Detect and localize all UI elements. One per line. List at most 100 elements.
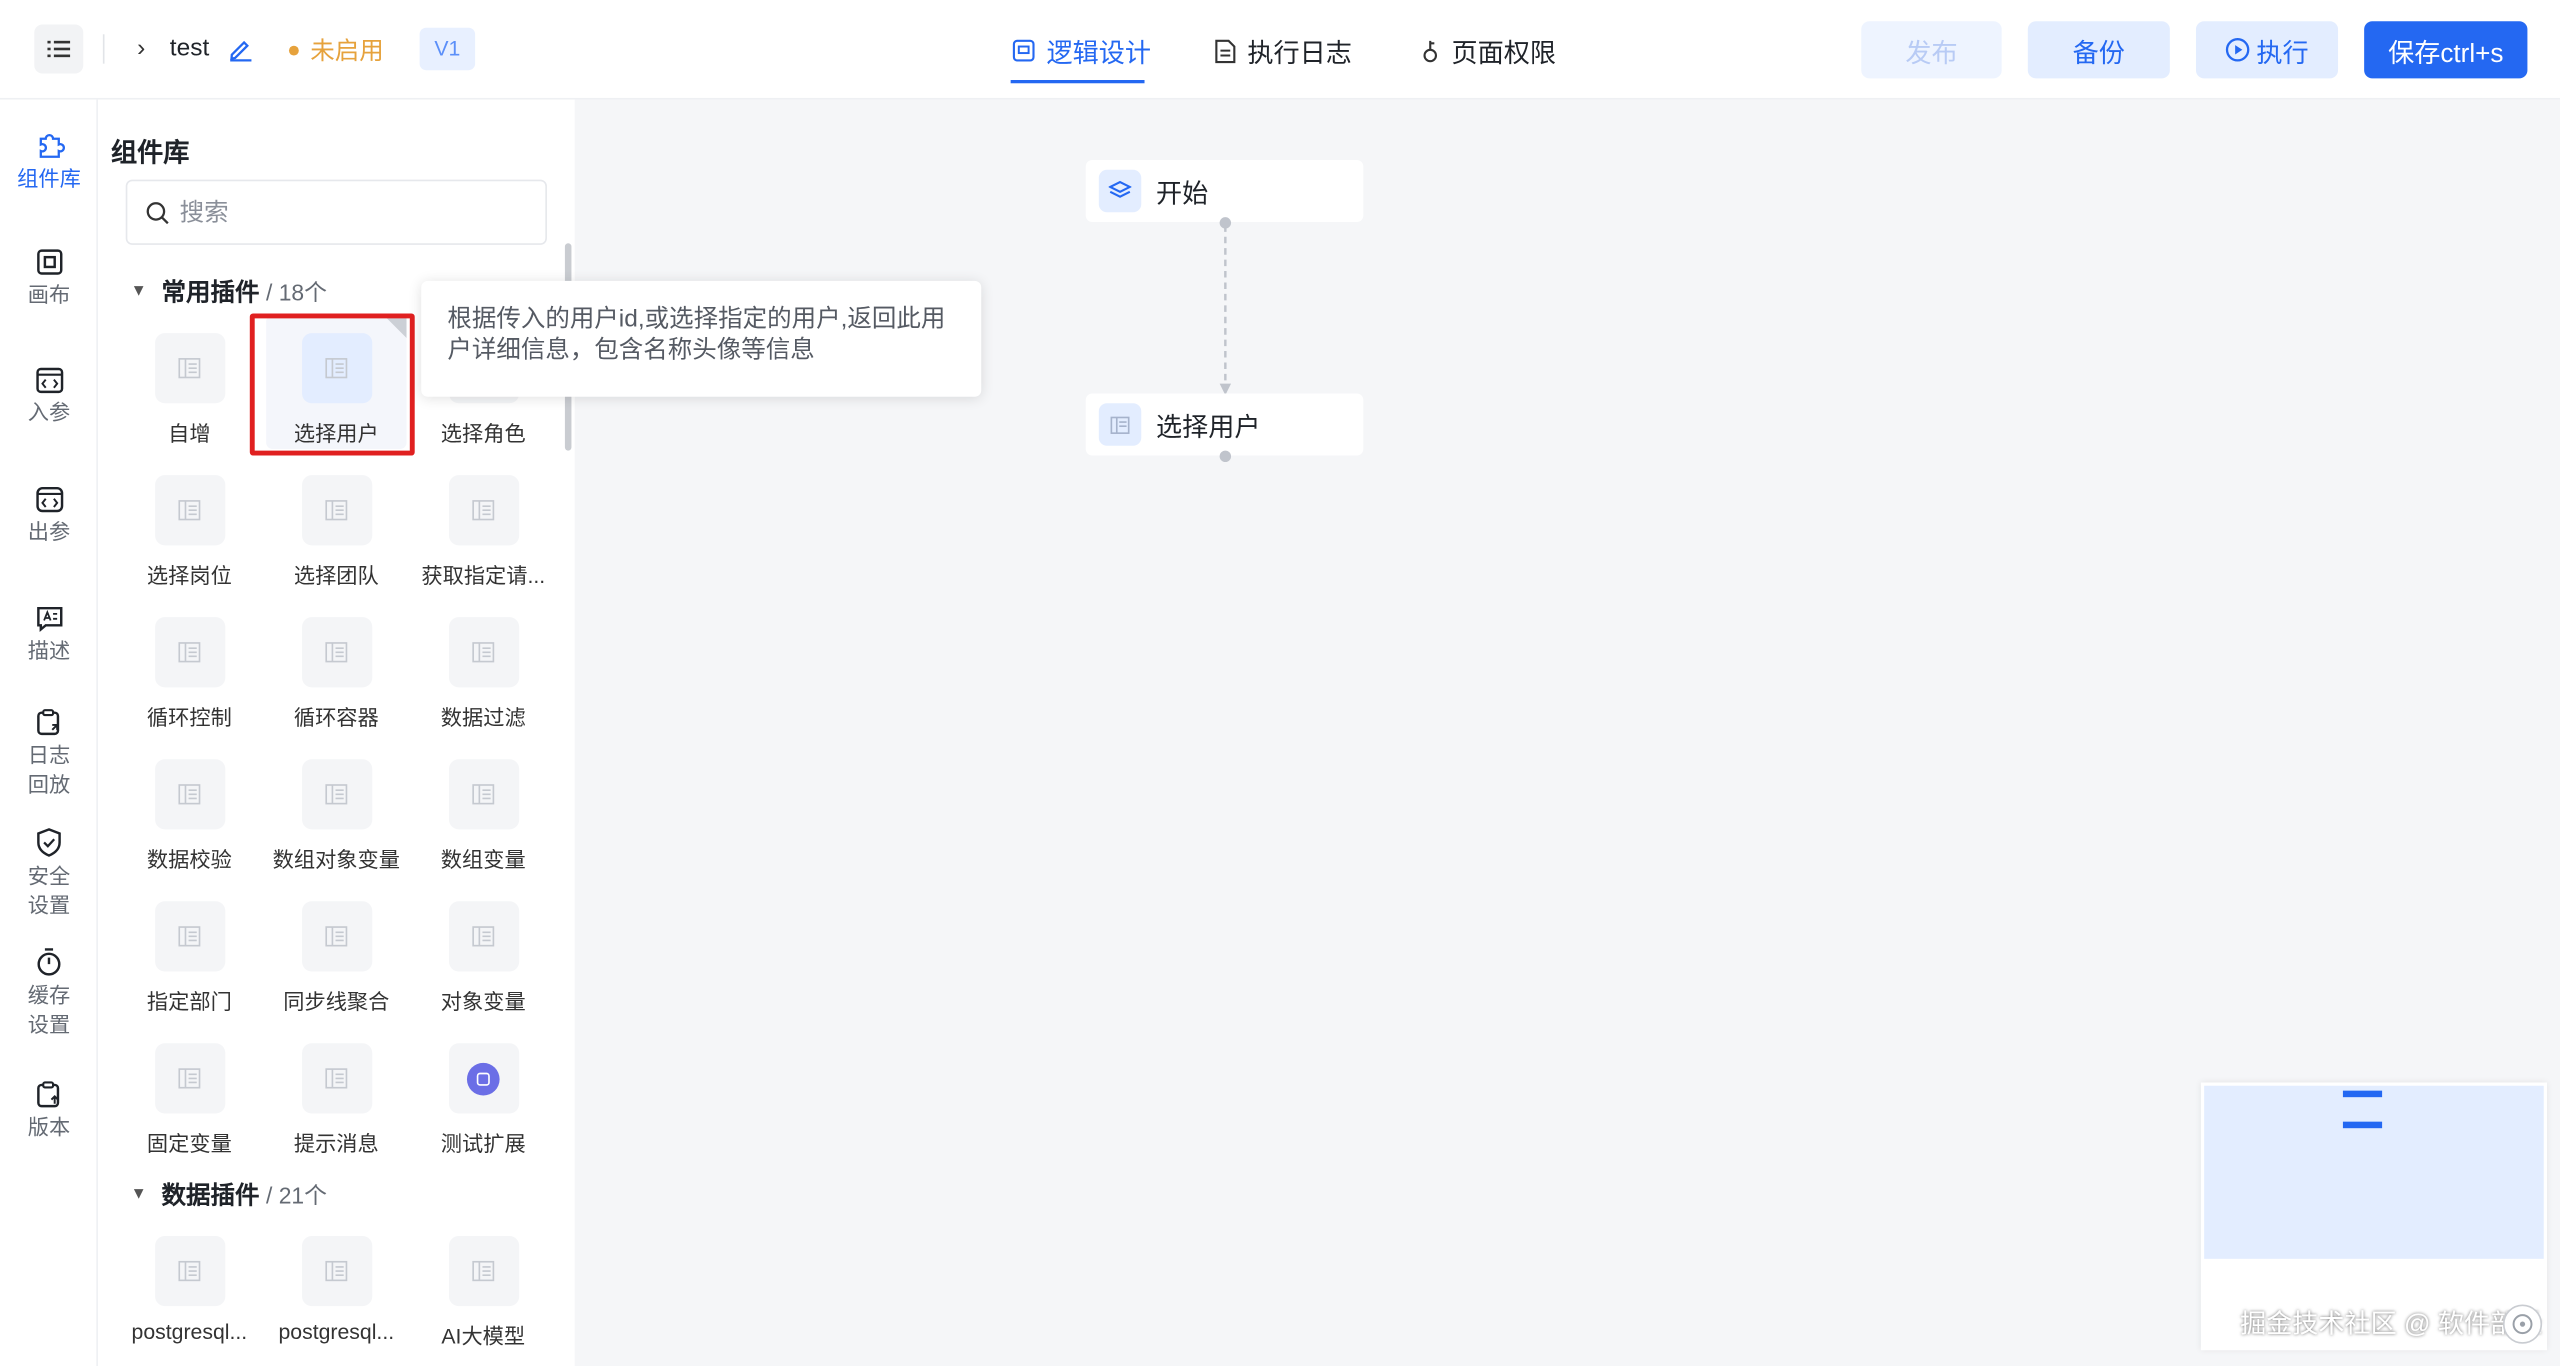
component-item[interactable]: postgresql... (119, 1235, 259, 1344)
rail-label: 描述 (27, 638, 71, 663)
rail-item-version[interactable]: 版本 (0, 1081, 98, 1143)
app-root: › test 未启用 V1 逻辑设计 执行日志 页面权限 发布 备份 执行 保存… (0, 0, 2560, 1366)
component-item[interactable]: 自增 (119, 333, 259, 447)
component-icon (448, 617, 519, 688)
component-label: 循环控制 (146, 705, 232, 730)
component-label: 选择团队 (293, 563, 379, 588)
rail-label: 版本 (27, 1115, 71, 1140)
menu-button[interactable] (34, 24, 84, 74)
component-item[interactable]: 数组对象变量 (266, 759, 406, 873)
tab-exec-log[interactable]: 执行日志 (1215, 29, 1352, 71)
component-item[interactable]: 同步线聚合 (266, 901, 406, 1015)
component-item[interactable]: AI大模型 (413, 1235, 553, 1350)
stopwatch-icon (37, 948, 61, 976)
component-icon (154, 333, 225, 404)
minimap-viewport[interactable] (2204, 1085, 2544, 1259)
highlight-box (249, 313, 415, 456)
component-label: 对象变量 (440, 989, 526, 1014)
layers-icon (1098, 169, 1142, 213)
component-label: 提示消息 (293, 1131, 379, 1156)
rail-item-cache-settings[interactable]: 缓存 设置 (0, 947, 98, 1040)
search-input[interactable] (179, 198, 507, 227)
save-button[interactable]: 保存ctrl+s (2364, 21, 2528, 79)
component-item[interactable]: 数组变量 (413, 759, 553, 873)
search-box (125, 179, 547, 245)
status-badge: 未启用 (288, 33, 384, 67)
minimap-node (2342, 1121, 2383, 1129)
rail-item-security-settings[interactable]: 安全 设置 (0, 828, 98, 921)
component-item[interactable]: 获取指定请... (413, 475, 553, 589)
tab-page-permission[interactable]: 页面权限 (1420, 29, 1556, 71)
component-item[interactable]: 循环容器 (266, 617, 406, 731)
search-icon (146, 201, 169, 224)
top-bar: › test 未启用 V1 逻辑设计 执行日志 页面权限 发布 备份 执行 保存… (0, 0, 2560, 100)
document-icon (1215, 38, 1236, 63)
rail-item-input-params[interactable]: 入参 (0, 367, 98, 427)
version-badge: V1 (419, 27, 476, 71)
component-label: 自增 (168, 421, 211, 446)
component-label: 选择岗位 (146, 563, 232, 588)
component-item[interactable]: 测试扩展 (413, 1043, 553, 1157)
active-tab-indicator (1010, 80, 1145, 84)
component-label: 获取指定请... (421, 563, 546, 588)
component-label: 数据过滤 (440, 705, 526, 730)
panel-title: 组件库 (111, 140, 190, 169)
rail-label: 入参 (27, 400, 71, 425)
group-count: / 21个 (266, 1181, 327, 1208)
component-label: AI大模型 (441, 1324, 526, 1349)
component-icon (154, 901, 225, 972)
run-button[interactable]: 执行 (2195, 21, 2339, 79)
component-label: 数组变量 (440, 847, 526, 872)
component-item[interactable]: 数据校验 (119, 759, 259, 873)
component-item[interactable]: 数据过滤 (413, 617, 553, 731)
component-item[interactable]: 提示消息 (266, 1043, 406, 1157)
rail-label: 画布 (27, 282, 71, 307)
rail-item-description[interactable]: 描述 (0, 606, 98, 666)
component-item[interactable]: 循环控制 (119, 617, 259, 731)
group-name: 数据插件 (161, 1182, 260, 1210)
component-icon (448, 1235, 519, 1307)
component-icon (448, 759, 519, 830)
tab-logic-design[interactable]: 逻辑设计 (1012, 29, 1151, 71)
help-button[interactable] (2502, 1304, 2543, 1344)
publish-button[interactable]: 发布 (1861, 21, 2002, 79)
rail-item-component-library[interactable]: 组件库 (0, 129, 98, 194)
component-item[interactable]: postgresql... (266, 1235, 406, 1344)
flow-node-select-user[interactable]: 选择用户 (1085, 393, 1364, 456)
component-label: postgresql... (131, 1319, 248, 1344)
component-item[interactable]: 指定部门 (119, 901, 259, 1015)
rail-label: 缓存 设置 (27, 982, 71, 1037)
rail-label: 安全 设置 (27, 863, 71, 918)
component-item[interactable]: 选择团队 (266, 475, 406, 589)
status-label: 未启用 (310, 37, 384, 66)
rail-item-output-params[interactable]: 出参 (0, 486, 98, 547)
component-icon (301, 617, 372, 688)
rail-item-log-replay[interactable]: 日志 回放 (0, 709, 98, 800)
component-item[interactable]: 选择岗位 (119, 475, 259, 589)
output-port[interactable] (1219, 217, 1232, 229)
status-dot (288, 44, 299, 55)
tab-label: 执行日志 (1247, 40, 1352, 69)
output-port[interactable] (1219, 450, 1232, 463)
component-tooltip: 根据传入的用户id,或选择指定的用户,返回此用户详细信息，包含名称头像等信息 (421, 280, 982, 397)
backup-button[interactable]: 备份 (2027, 21, 2170, 79)
app-name: test (169, 34, 210, 63)
puzzle-icon (38, 133, 65, 158)
canvas-icon (36, 249, 62, 275)
edit-icon[interactable] (227, 36, 253, 70)
group-header-data[interactable]: ▼ 数据插件 / 21个 (131, 1177, 327, 1211)
rail-label: 日志 回放 (27, 742, 71, 797)
component-icon (154, 759, 225, 830)
component-label: 数组对象变量 (272, 847, 401, 872)
component-item[interactable]: 固定变量 (119, 1043, 259, 1157)
caret-down-icon: ▼ (130, 1185, 147, 1204)
flow-node-start[interactable]: 开始 (1085, 160, 1364, 223)
group-header-common[interactable]: ▼ 常用插件 / 18个 (131, 274, 327, 308)
component-item[interactable]: 对象变量 (413, 901, 553, 1015)
left-rail: 组件库 画布 入参 出参 描述 日志 回放 安全 设置 缓存 设置 版本 (0, 99, 98, 1366)
component-label: 循环容器 (293, 705, 379, 730)
component-icon (154, 1043, 225, 1114)
list-icon (47, 40, 71, 58)
code-box-icon (35, 486, 63, 513)
rail-item-canvas[interactable]: 画布 (0, 248, 98, 310)
